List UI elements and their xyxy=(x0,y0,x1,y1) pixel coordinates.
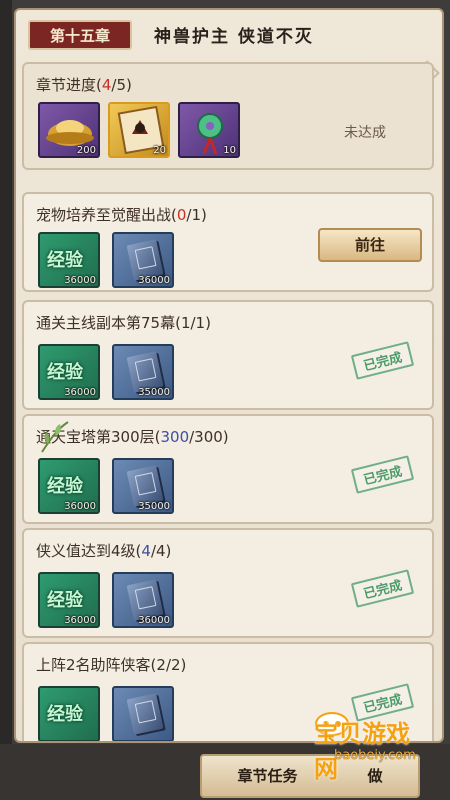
completed-stamp: 已完成 xyxy=(350,341,415,380)
completed-stamp: 已完成 xyxy=(350,569,415,608)
reward-qty: 35000 xyxy=(138,501,170,512)
reward-qty: 36000 xyxy=(64,275,96,286)
reward-scroll-art[interactable]: 20 xyxy=(108,102,170,158)
chapter-status: 未达成 xyxy=(344,125,386,141)
book-reward[interactable]: 36000 xyxy=(112,572,174,628)
task-label: 上阵2名助阵侠客(2/2) xyxy=(36,656,187,674)
book-reward[interactable]: 36000 xyxy=(112,232,174,288)
reward-qty: 36000 xyxy=(138,615,170,626)
exp-reward[interactable]: 经验 36000 xyxy=(38,458,100,514)
reward-qty: 36000 xyxy=(64,615,96,626)
chapter-progress-card: 章节进度(4/5) 200 20 10 未达成 xyxy=(22,62,434,170)
exp-reward[interactable]: 经验 36000 xyxy=(38,344,100,400)
go-button[interactable]: 前往 xyxy=(318,228,422,262)
exp-text: 经验 xyxy=(47,250,83,271)
task-label: 侠义值达到4级(4/4) xyxy=(36,542,172,560)
chapter-panel: 第十五章 神兽护主 侠道不灭 章节进度(4/5) 200 20 10 未达成 宠… xyxy=(14,8,444,743)
reward-qty: 200 xyxy=(76,145,96,156)
task-card: 通关主线副本第75幕(1/1) 经验 36000 35000 已完成 xyxy=(22,300,434,410)
reward-qty: 36000 xyxy=(138,275,170,286)
watermark-sub: baobeiy.com xyxy=(334,748,416,763)
exp-reward[interactable]: 经验 36000 xyxy=(38,232,100,288)
task-label: 宠物培养至觉醒出战(0/1) xyxy=(36,206,207,224)
exp-text: 经验 xyxy=(47,362,83,383)
exp-reward[interactable]: 经验 xyxy=(38,686,100,741)
exp-reward[interactable]: 经验 36000 xyxy=(38,572,100,628)
chapter-progress-label: 章节进度(4/5) xyxy=(36,76,132,94)
book-reward[interactable]: 35000 xyxy=(112,344,174,400)
bamboo-leaf-icon xyxy=(41,421,69,453)
exp-text: 经验 xyxy=(47,476,83,497)
reward-gold-ingot[interactable]: 200 xyxy=(38,102,100,158)
task-card: 通天宝塔第300层(300/300) 经验 36000 35000 已完成 xyxy=(22,414,434,524)
exp-text: 经验 xyxy=(47,590,83,611)
chapter-tag: 第十五章 xyxy=(28,20,132,50)
exp-text: 经验 xyxy=(47,704,83,725)
reward-qty: 36000 xyxy=(64,501,96,512)
book-reward[interactable]: 35000 xyxy=(112,458,174,514)
task-card: 宠物培养至觉醒出战(0/1) 经验 36000 36000 前往 xyxy=(22,192,434,292)
watermark: 宝贝游戏网 baobeiy.com xyxy=(300,708,426,783)
reward-jade-pendant[interactable]: 10 xyxy=(178,102,240,158)
book-icon xyxy=(126,693,164,735)
task-label: 通关主线副本第75幕(1/1) xyxy=(36,314,211,332)
reward-qty: 36000 xyxy=(64,387,96,398)
reward-qty: 35000 xyxy=(138,387,170,398)
chapter-title: 神兽护主 侠道不灭 xyxy=(154,27,314,47)
book-reward[interactable] xyxy=(112,686,174,741)
completed-stamp: 已完成 xyxy=(350,455,415,494)
reward-qty: 20 xyxy=(153,145,166,156)
task-card: 侠义值达到4级(4/4) 经验 36000 36000 已完成 xyxy=(22,528,434,638)
reward-qty: 10 xyxy=(223,145,236,156)
left-rail xyxy=(0,0,12,800)
